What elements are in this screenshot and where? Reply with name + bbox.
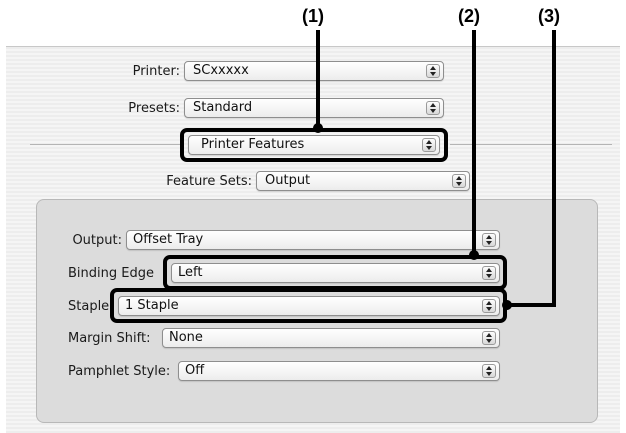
leader-dot-3 [502, 300, 512, 310]
leader-dot-1 [313, 123, 323, 133]
leader-line-3 [507, 30, 556, 307]
leader-dot-2 [469, 250, 479, 260]
callout-marker-3: (3) [538, 6, 560, 26]
callout-marker-2: (2) [458, 6, 480, 26]
callout-marker-1: (1) [302, 6, 324, 26]
callout-leaders [313, 30, 556, 310]
